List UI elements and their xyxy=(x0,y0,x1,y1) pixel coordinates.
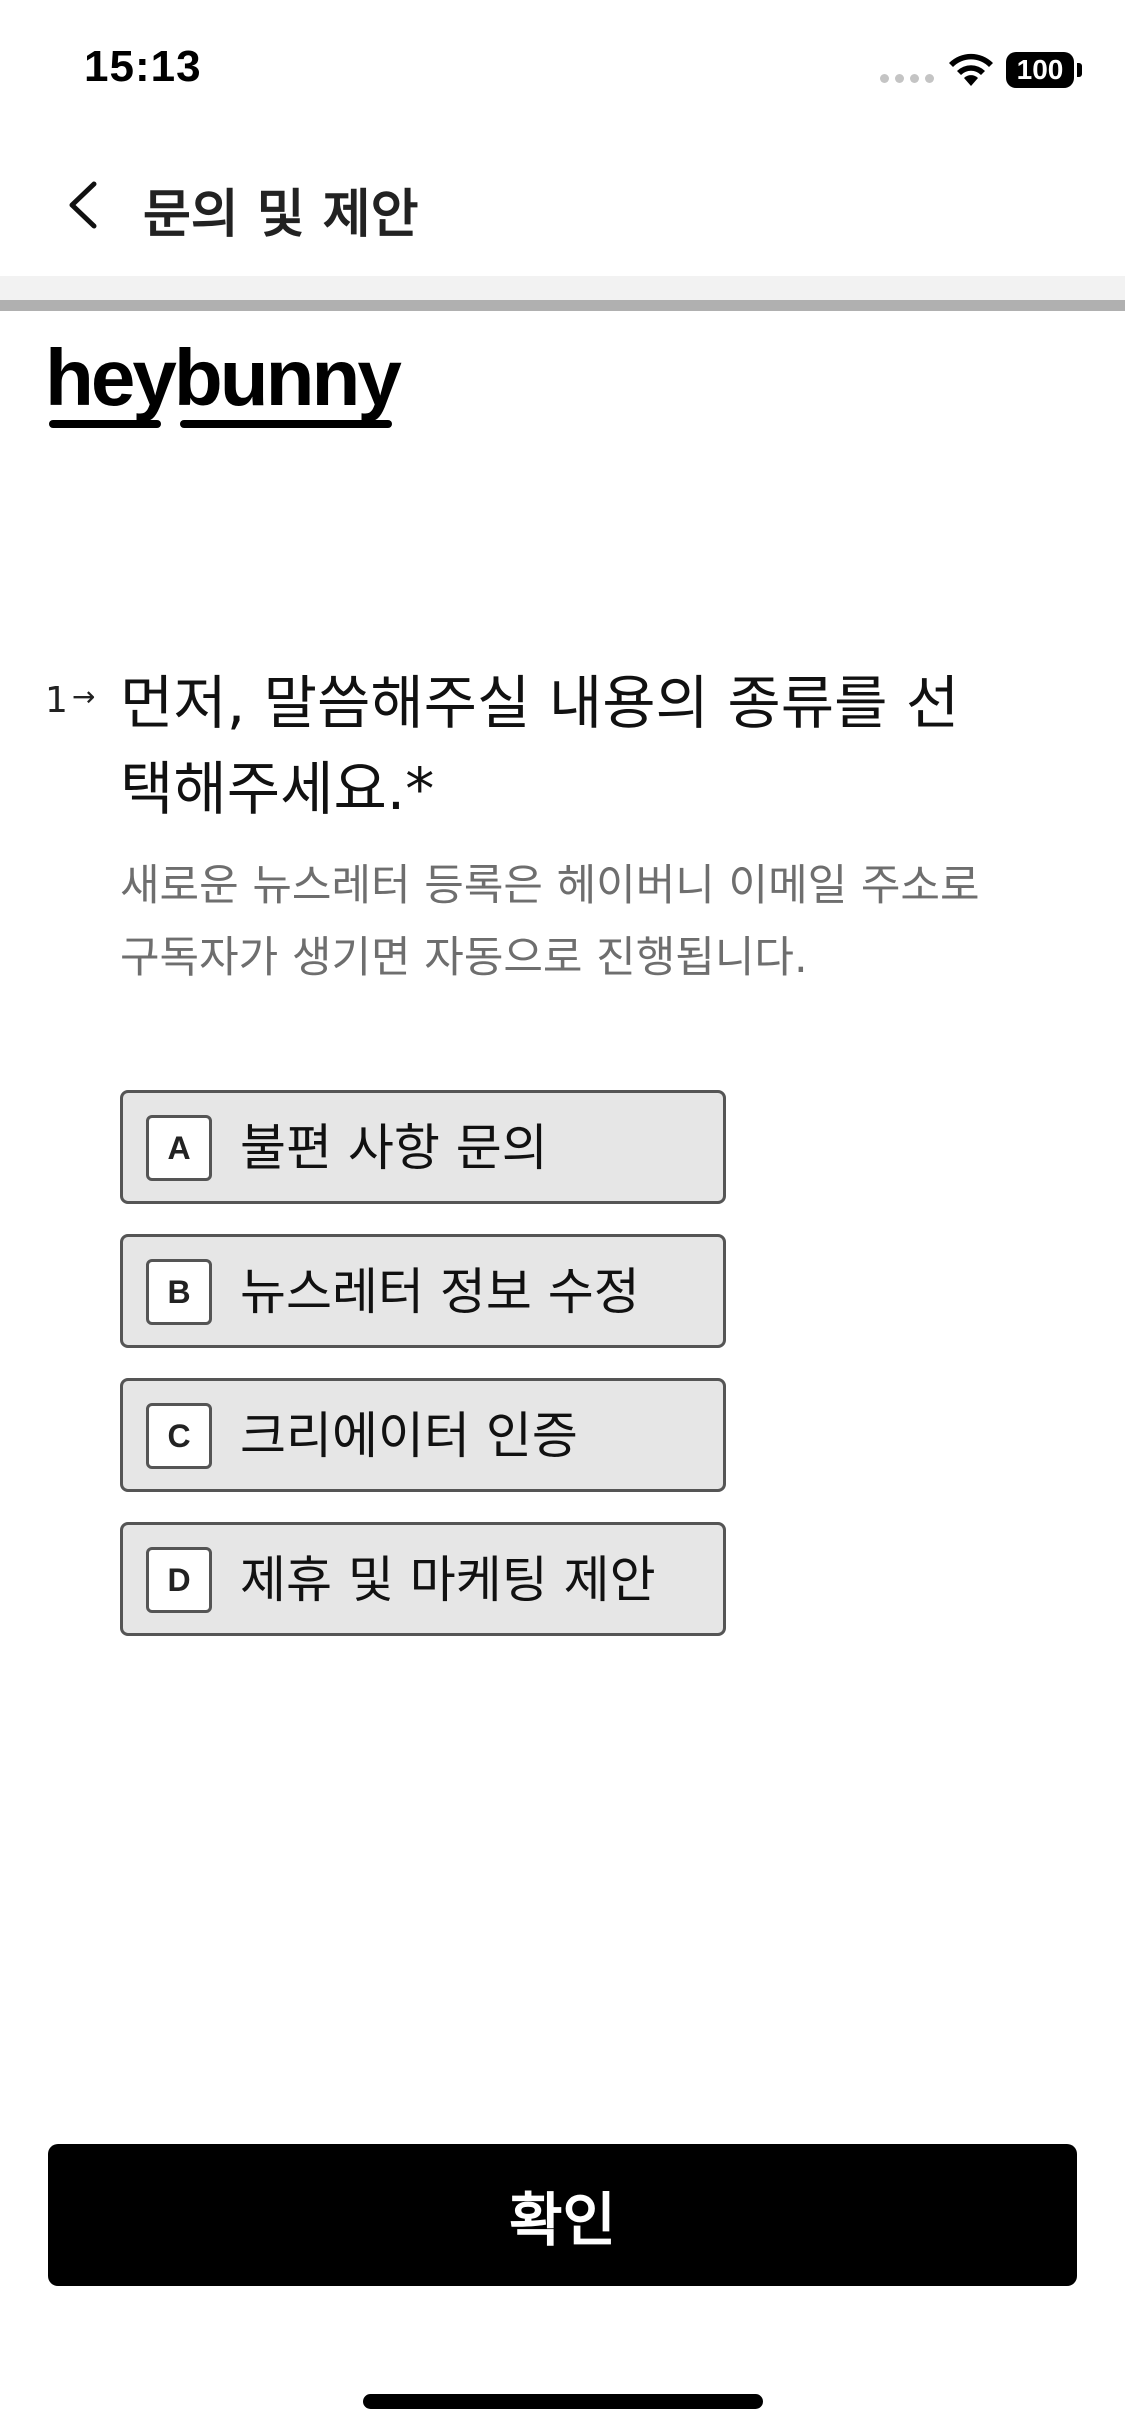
confirm-button[interactable]: 확인 xyxy=(48,2144,1077,2286)
header-divider-band xyxy=(0,276,1125,300)
option-label: 크리에이터 인증 xyxy=(240,1407,578,1465)
option-key: C xyxy=(146,1403,212,1469)
header-divider-line xyxy=(0,300,1125,311)
option-key: B xyxy=(146,1259,212,1325)
logo-underline xyxy=(49,420,161,428)
page-title: 문의 및 제안 xyxy=(143,185,419,245)
question-number: 1 xyxy=(45,680,68,721)
battery-cap xyxy=(1077,63,1082,77)
wifi-icon xyxy=(949,53,993,86)
signal-icon xyxy=(880,74,934,83)
status-time: 15:13 xyxy=(84,42,202,91)
option-key: A xyxy=(146,1115,212,1181)
option-c[interactable]: C 크리에이터 인증 xyxy=(120,1378,726,1492)
heybunny-logo: heybunny xyxy=(45,333,402,422)
option-d[interactable]: D 제휴 및 마케팅 제안 xyxy=(120,1522,726,1636)
option-a[interactable]: A 불편 사항 문의 xyxy=(120,1090,726,1204)
option-label: 제휴 및 마케팅 제안 xyxy=(240,1551,656,1609)
arrow-right-icon: → xyxy=(72,680,96,713)
logo-underline xyxy=(180,420,392,428)
question-text: 먼저, 말씀해주실 내용의 종류를 선택해주세요.* xyxy=(120,669,960,823)
option-label: 불편 사항 문의 xyxy=(240,1119,548,1177)
status-bar: 15:13 100 xyxy=(0,0,1125,130)
battery-icon: 100 xyxy=(1006,52,1074,88)
option-label: 뉴스레터 정보 수정 xyxy=(240,1263,640,1321)
question-description: 새로운 뉴스레터 등록은 헤이버니 이메일 주소로 구독자가 생기면 자동으로 … xyxy=(120,861,980,983)
home-indicator[interactable] xyxy=(363,2394,763,2409)
nav-bar: 문의 및 제안 xyxy=(0,150,1125,280)
chevron-left-icon[interactable] xyxy=(50,170,120,240)
option-key: D xyxy=(146,1547,212,1613)
option-b[interactable]: B 뉴스레터 정보 수정 xyxy=(120,1234,726,1348)
